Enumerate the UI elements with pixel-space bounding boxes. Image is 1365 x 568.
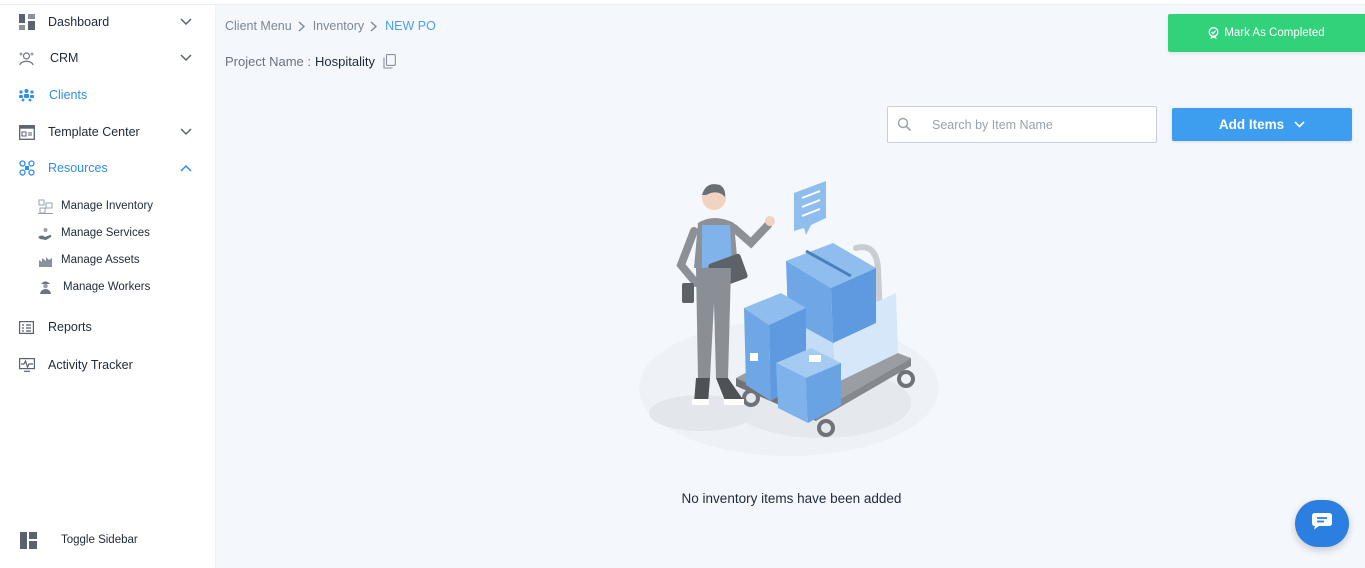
sidebar-subitem-label: Manage Inventory — [61, 200, 154, 212]
sidebar-subitem-manage-assets[interactable]: Manage Assets — [0, 249, 216, 271]
chevron-right-icon — [370, 20, 378, 32]
breadcrumb-new-po: NEW PO — [385, 19, 436, 33]
chat-support-button[interactable] — [1295, 500, 1349, 547]
empty-state-message: No inventory items have been added — [681, 491, 902, 506]
sidebar-item-dashboard[interactable]: Dashboard — [0, 7, 216, 37]
dashboard-icon — [18, 14, 35, 31]
chevron-down-icon[interactable] — [180, 126, 192, 138]
sidebar-item-resources[interactable]: Resources — [0, 153, 216, 183]
activity-icon — [18, 357, 35, 374]
sidebar-item-activity-tracker[interactable]: Activity Tracker — [0, 350, 216, 380]
clients-icon — [18, 87, 35, 104]
chevron-down-icon[interactable] — [180, 16, 192, 28]
search-input[interactable] — [932, 107, 1147, 142]
project-name: Project Name : Hospitality — [225, 54, 396, 69]
copy-icon[interactable] — [383, 54, 396, 69]
sidebar-item-reports[interactable]: Reports — [0, 312, 216, 342]
assets-icon — [38, 253, 53, 268]
sidebar-subitem-label: Manage Services — [61, 227, 150, 239]
mark-as-completed-button[interactable]: Mark As Completed — [1168, 14, 1365, 52]
resources-icon — [18, 160, 35, 177]
empty-inventory-illustration — [639, 181, 939, 456]
add-items-button[interactable]: Add Items — [1172, 108, 1352, 141]
sidebar-item-template-center[interactable]: Template Center — [0, 117, 216, 147]
chevron-up-icon[interactable] — [180, 162, 192, 174]
toggle-sidebar-label: Toggle Sidebar — [61, 534, 138, 546]
sidebar-subitem-label: Manage Assets — [61, 254, 140, 266]
sidebar-item-label: Activity Tracker — [48, 358, 133, 372]
crm-icon — [18, 50, 35, 67]
sidebar-item-label: Reports — [48, 320, 92, 334]
search-box — [887, 106, 1157, 143]
sidebar: Dashboard CRM Clients Template Center Re… — [0, 5, 216, 568]
sidebar-subitem-manage-workers[interactable]: Manage Workers — [0, 276, 216, 298]
template-icon — [18, 124, 35, 141]
search-icon — [897, 117, 912, 132]
project-name-value: Hospitality — [314, 54, 375, 69]
mark-as-completed-label: Mark As Completed — [1224, 27, 1325, 39]
services-icon — [38, 226, 53, 241]
sidebar-toggle-icon — [20, 531, 37, 549]
main-content: Client Menu Inventory NEW PO Project Nam… — [216, 5, 1365, 568]
sidebar-item-label: CRM — [50, 51, 79, 65]
breadcrumb: Client Menu Inventory NEW PO — [225, 19, 436, 33]
inventory-icon — [38, 199, 53, 214]
sidebar-subitem-manage-services[interactable]: Manage Services — [0, 222, 216, 244]
sidebar-item-crm[interactable]: CRM — [0, 43, 216, 73]
reports-icon — [18, 319, 35, 336]
sidebar-item-label: Dashboard — [48, 15, 110, 29]
sidebar-item-clients[interactable]: Clients — [0, 80, 216, 110]
toggle-sidebar-button[interactable]: Toggle Sidebar — [0, 525, 216, 555]
badge-check-icon — [1208, 27, 1219, 39]
sidebar-subitem-manage-inventory[interactable]: Manage Inventory — [0, 195, 216, 217]
breadcrumb-client-menu[interactable]: Client Menu — [225, 19, 292, 33]
sidebar-subitem-label: Manage Workers — [63, 281, 151, 293]
chevron-down-icon[interactable] — [180, 52, 192, 64]
project-name-label: Project Name : — [225, 54, 311, 69]
chevron-down-icon — [1294, 121, 1305, 128]
chevron-right-icon — [298, 20, 305, 32]
sidebar-item-label: Clients — [49, 88, 88, 102]
sidebar-item-label: Template Center — [48, 125, 140, 139]
add-items-label: Add Items — [1218, 117, 1285, 132]
breadcrumb-inventory[interactable]: Inventory — [313, 19, 364, 33]
sidebar-item-label: Resources — [48, 161, 108, 175]
chat-icon — [1311, 512, 1333, 535]
workers-icon — [38, 280, 53, 295]
